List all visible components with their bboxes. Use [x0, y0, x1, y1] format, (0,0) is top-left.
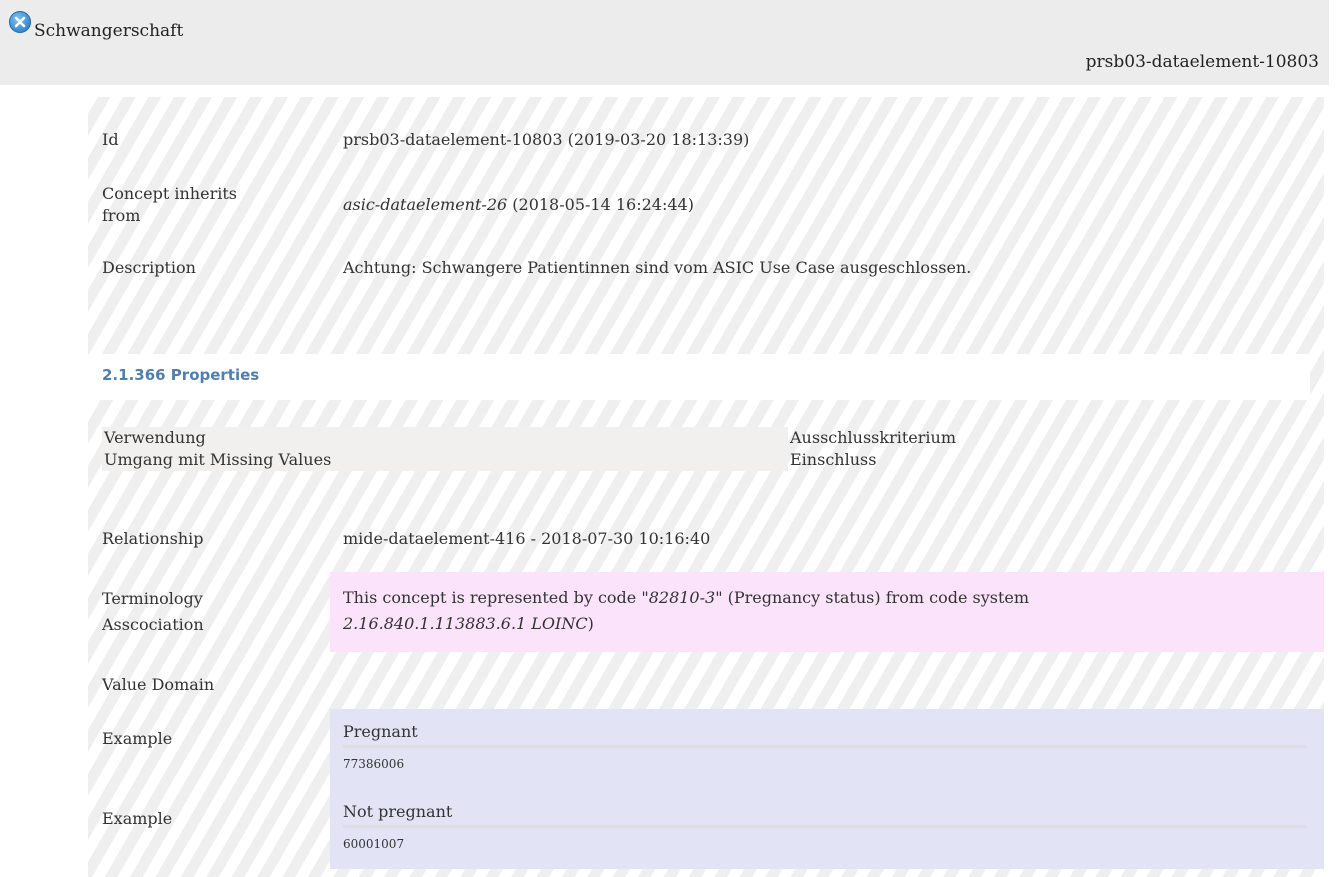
- term-code: 82810-3: [648, 588, 716, 607]
- example-label: Example: [102, 809, 173, 828]
- term-text-suffix: ): [587, 614, 594, 633]
- property-value: Einschluss: [790, 450, 877, 469]
- description-value: Achtung: Schwangere Patientinnen sind vo…: [343, 258, 972, 277]
- property-value: Ausschlusskriterium: [790, 428, 956, 447]
- inherits-label: Concept inherits from: [102, 183, 237, 227]
- value-domain-label: Value Domain: [102, 675, 215, 694]
- relationship-label: Relationship: [102, 529, 204, 548]
- inherits-label-line2: from: [102, 206, 141, 225]
- terminology-association-box: This concept is represented by code "828…: [330, 572, 1324, 652]
- header-bar: Schwangerschaft prsb03-dataelement-10803: [0, 0, 1329, 85]
- property-key: Umgang mit Missing Values: [102, 449, 788, 471]
- inherits-label-line1: Concept inherits: [102, 184, 237, 203]
- example-box: Not pregnant 60001007: [330, 789, 1324, 869]
- example-name: Not pregnant: [343, 801, 1307, 828]
- term-code-system: 2.16.840.1.113883.6.1 LOINC: [343, 614, 588, 633]
- example-name: Pregnant: [343, 721, 1307, 748]
- close-icon[interactable]: [9, 11, 31, 33]
- properties-heading: 2.1.366 Properties: [102, 366, 260, 384]
- description-label: Description: [102, 258, 196, 277]
- terminology-label-line1: Terminology: [102, 589, 203, 608]
- terminology-label: Terminology Asscociation: [102, 586, 204, 638]
- term-text-prefix: This concept is represented by code ": [343, 588, 649, 607]
- inherits-value: asic-dataelement-26 (2018-05-14 16:24:44…: [343, 194, 694, 216]
- id-value: prsb03-dataelement-10803 (2019-03-20 18:…: [343, 130, 750, 149]
- page-title: Schwangerschaft: [34, 21, 184, 41]
- term-text-middle: " (Pregnancy status) from code system: [715, 588, 1030, 607]
- property-key: Verwendung: [102, 427, 788, 449]
- terminology-label-line2: Asscociation: [102, 615, 204, 634]
- concept-details: Id prsb03-dataelement-10803 (2019-03-20 …: [88, 97, 1324, 877]
- example-label: Example: [102, 729, 173, 748]
- example-box: Pregnant 77386006: [330, 709, 1324, 789]
- example-code: 60001007: [343, 837, 405, 851]
- element-id: prsb03-dataelement-10803: [1085, 52, 1319, 72]
- inherits-date: (2018-05-14 16:24:44): [507, 195, 694, 214]
- inherits-ref[interactable]: asic-dataelement-26: [343, 195, 507, 214]
- id-label: Id: [102, 130, 119, 149]
- relationship-value[interactable]: mide-dataelement-416 - 2018-07-30 10:16:…: [343, 528, 710, 550]
- example-code: 77386006: [343, 757, 405, 771]
- properties-section-header: 2.1.366 Properties: [88, 354, 1310, 400]
